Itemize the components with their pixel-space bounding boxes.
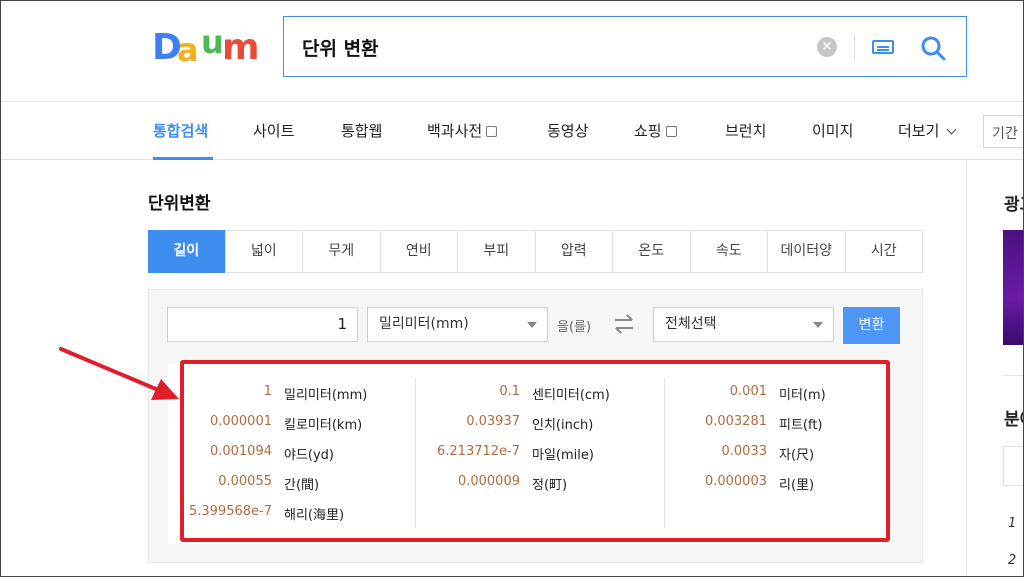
category-box[interactable]	[1003, 446, 1024, 486]
logo-letter-u: u	[201, 23, 224, 61]
tab-length[interactable]: 길이	[148, 230, 225, 273]
tab-pressure[interactable]: 압력	[534, 231, 613, 272]
object-particle: 을(를)	[557, 320, 592, 335]
tab-time[interactable]: 시간	[844, 231, 923, 272]
tab-encyclopedia-label: 백과사전	[427, 122, 483, 140]
tab-weight[interactable]: 무게	[302, 231, 380, 272]
tab-video[interactable]: 동영상	[547, 120, 588, 141]
tab-site[interactable]: 사이트	[253, 120, 294, 141]
rank-number: 1	[1008, 516, 1017, 531]
from-unit-label: 밀리미터(mm)	[379, 316, 469, 332]
red-highlight-box	[180, 360, 890, 542]
category-section-title: 분야	[1004, 410, 1024, 430]
tab-more[interactable]: 더보기	[898, 120, 957, 141]
chevron-down-icon	[946, 124, 957, 135]
convert-button[interactable]: 변환	[843, 307, 900, 344]
tab-volume[interactable]: 부피	[457, 231, 535, 272]
red-arrow-icon	[59, 347, 179, 400]
tab-image[interactable]: 이미지	[812, 120, 853, 141]
logo-letter-m: m	[222, 27, 260, 68]
ad-banner[interactable]	[1003, 230, 1024, 345]
period-filter[interactable]: 기간	[983, 115, 1024, 148]
keyboard-icon[interactable]	[872, 40, 894, 54]
dropdown-arrow-icon	[813, 322, 823, 328]
tab-fuel-economy[interactable]: 연비	[379, 231, 458, 272]
tab-shopping[interactable]: 쇼핑	[634, 120, 677, 141]
ad-section-title: 광고	[1004, 195, 1024, 215]
dropdown-arrow-icon	[527, 322, 537, 328]
tab-brunch[interactable]: 브런치	[725, 120, 766, 141]
tab-data-size[interactable]: 데이터양	[767, 231, 845, 272]
search-box: ×	[283, 16, 967, 77]
tab-speed[interactable]: 속도	[689, 231, 768, 272]
tab-shopping-label: 쇼핑	[634, 122, 662, 140]
clear-icon[interactable]: ×	[817, 37, 837, 57]
logo-letter-a: a	[177, 31, 199, 69]
tab-temperature[interactable]: 온도	[612, 231, 690, 272]
swap-icon[interactable]	[613, 314, 635, 334]
tab-encyclopedia[interactable]: 백과사전	[427, 120, 498, 141]
unit-converter-title: 단위변환	[148, 194, 211, 214]
unit-category-tabs: 길이 넓이 무게 연비 부피 압력 온도 속도 데이터양 시간	[148, 230, 923, 273]
external-link-icon	[486, 126, 498, 137]
rank-number: 2	[1008, 553, 1017, 568]
search-tab-nav: 통합검색 사이트 통합웹 백과사전 동영상 쇼핑 브런치 이미지 더보기 기간	[0, 102, 1024, 160]
active-tab-underline	[153, 157, 213, 160]
value-input[interactable]: 1	[167, 307, 358, 342]
right-column-divider	[966, 160, 967, 577]
to-unit-label: 전체선택	[665, 316, 717, 332]
tab-integrated-web[interactable]: 통합웹	[341, 120, 382, 141]
tab-more-label: 더보기	[898, 122, 940, 140]
to-unit-select[interactable]: 전체선택	[653, 307, 834, 342]
daum-logo[interactable]: D a u m	[152, 23, 260, 70]
tab-integrated-search[interactable]: 통합검색	[153, 120, 208, 141]
search-input[interactable]	[302, 31, 802, 63]
from-unit-select[interactable]: 밀리미터(mm)	[367, 307, 548, 342]
search-icon[interactable]	[920, 35, 946, 61]
search-divider	[854, 35, 855, 59]
tab-area[interactable]: 넓이	[224, 231, 303, 272]
right-divider	[1003, 375, 1024, 376]
external-link-icon	[665, 126, 677, 137]
